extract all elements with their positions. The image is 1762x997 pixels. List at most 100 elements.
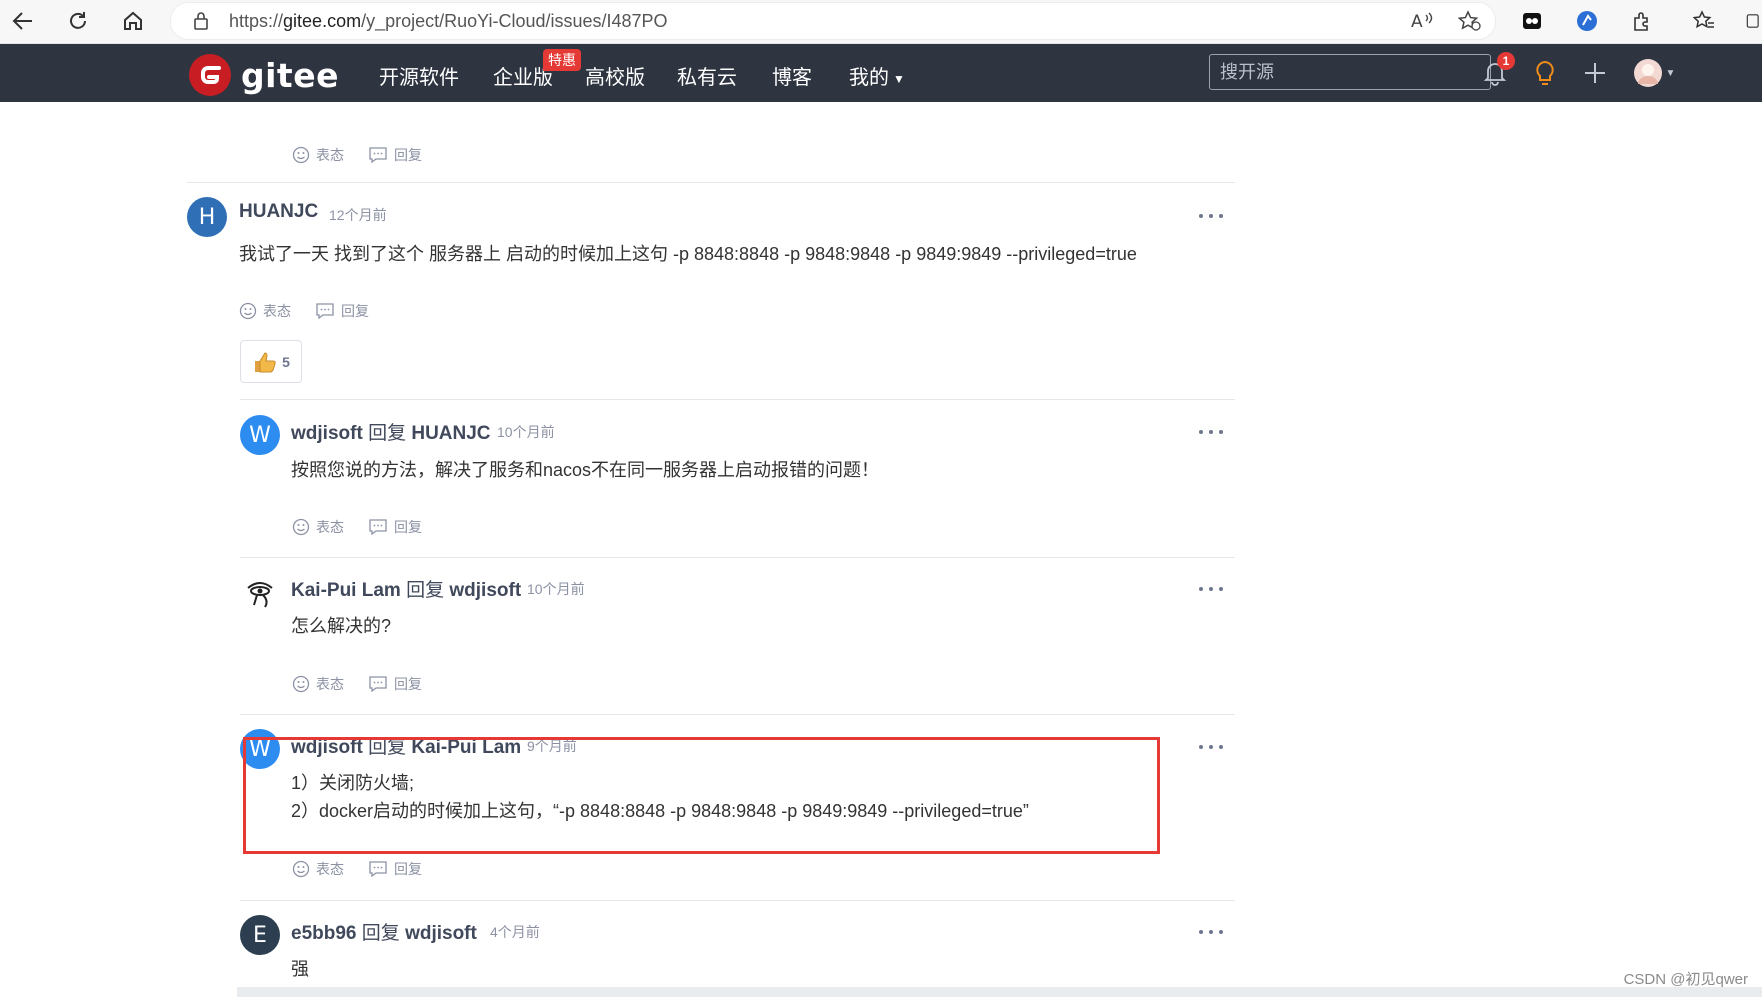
divider bbox=[240, 399, 1235, 400]
smile-icon bbox=[292, 518, 310, 536]
react-button[interactable]: 表态 bbox=[292, 674, 344, 694]
more-options-icon[interactable] bbox=[1199, 742, 1223, 752]
more-options-icon[interactable] bbox=[1199, 927, 1223, 937]
avatar[interactable]: E bbox=[240, 915, 280, 955]
url-text: https://gitee.com/y_project/RuoYi-Cloud/… bbox=[229, 11, 668, 31]
caret-down-icon: ▼ bbox=[893, 71, 905, 86]
nav-open-source[interactable]: 开源软件 bbox=[379, 61, 459, 90]
nav-mine[interactable]: 我的 ▼ bbox=[849, 61, 905, 90]
gitee-logo-icon bbox=[189, 54, 231, 96]
watermark: CSDN @初见qwer bbox=[1623, 971, 1748, 988]
react-label: 表态 bbox=[263, 303, 291, 319]
caret-down-icon: ▼ bbox=[1665, 67, 1676, 79]
smile-icon bbox=[292, 860, 310, 878]
site-header: gitee 开源软件 企业版 特惠 高校版 私有云 博客 我的▼ ▼ bbox=[0, 44, 1762, 102]
react-button[interactable]: 表态 bbox=[292, 145, 344, 165]
reply-button[interactable]: 回复 bbox=[368, 674, 422, 694]
refresh-icon[interactable] bbox=[63, 6, 93, 36]
issue-comments: 表态 回复 H HUANJC 12个月前 我试了一天 找到了这个 服务器上 启动… bbox=[0, 102, 1762, 997]
lock-icon bbox=[193, 11, 209, 36]
search-input[interactable] bbox=[1209, 54, 1491, 90]
reply-label: 回复 bbox=[394, 519, 422, 535]
more-options-icon[interactable] bbox=[1199, 211, 1223, 221]
collections-icon[interactable] bbox=[1745, 9, 1762, 33]
user-menu[interactable]: ▼ bbox=[1630, 57, 1678, 89]
comment-body: 我试了一天 找到了这个 服务器上 启动的时候加上这句 -p 8848:8848 … bbox=[239, 244, 1137, 264]
favorites-icon[interactable] bbox=[1692, 9, 1716, 33]
smile-icon bbox=[239, 302, 257, 320]
comment-actions: 表态 回复 bbox=[292, 674, 446, 694]
react-label: 表态 bbox=[316, 676, 344, 692]
avatar[interactable]: H bbox=[187, 197, 227, 237]
read-aloud-icon[interactable]: A bbox=[1411, 10, 1435, 37]
comment-body: 强 bbox=[291, 959, 309, 979]
svg-text:A: A bbox=[1411, 12, 1423, 32]
thumbs-up-icon bbox=[255, 351, 276, 372]
react-button[interactable]: 表态 bbox=[292, 517, 344, 537]
comment-icon bbox=[369, 147, 387, 164]
comment-author[interactable]: HUANJC bbox=[239, 201, 318, 223]
comment-author[interactable]: Kai-Pui Lam 回复 wdjisoft bbox=[291, 575, 521, 602]
react-label: 表态 bbox=[316, 519, 344, 535]
comment-icon bbox=[369, 519, 387, 536]
back-icon[interactable] bbox=[8, 6, 38, 36]
reply-label: 回复 bbox=[394, 147, 422, 163]
reply-button[interactable]: 回复 bbox=[368, 859, 422, 879]
comment-actions: 表态 回复 bbox=[292, 859, 446, 879]
comment-icon bbox=[316, 303, 334, 320]
reply-label: 回复 bbox=[394, 676, 422, 692]
comment-author[interactable]: e5bb96 回复 wdjisoft bbox=[291, 918, 477, 945]
comment-time: 10个月前 bbox=[497, 424, 555, 440]
notification-badge: 1 bbox=[1497, 52, 1515, 70]
more-options-icon[interactable] bbox=[1199, 584, 1223, 594]
nav-private-cloud[interactable]: 私有云 bbox=[677, 61, 737, 90]
browser-toolbar: https://gitee.com/y_project/RuoYi-Cloud/… bbox=[0, 0, 1762, 44]
smile-icon bbox=[292, 675, 310, 693]
taskbar-strip bbox=[237, 987, 1762, 997]
thumbs-up-reaction[interactable]: 5 bbox=[240, 340, 302, 383]
gitee-logo[interactable]: gitee bbox=[189, 54, 339, 96]
plus-icon[interactable] bbox=[1579, 57, 1611, 89]
react-button[interactable]: 表态 bbox=[292, 859, 344, 879]
favorite-add-icon[interactable] bbox=[1457, 10, 1482, 37]
react-label: 表态 bbox=[316, 147, 344, 163]
copilot-icon[interactable] bbox=[1575, 9, 1599, 33]
lightbulb-icon[interactable] bbox=[1529, 57, 1561, 89]
extension-icon[interactable] bbox=[1520, 9, 1544, 33]
like-count: 5 bbox=[282, 353, 290, 370]
reply-button[interactable]: 回复 bbox=[368, 517, 422, 537]
highlight-box bbox=[243, 737, 1160, 854]
divider bbox=[187, 182, 1235, 183]
reply-label: 回复 bbox=[394, 861, 422, 877]
avatar[interactable] bbox=[240, 572, 280, 612]
divider bbox=[240, 557, 1235, 558]
comment-time: 10个月前 bbox=[527, 581, 585, 597]
react-label: 表态 bbox=[316, 861, 344, 877]
comment-icon bbox=[369, 861, 387, 878]
address-bar[interactable]: https://gitee.com/y_project/RuoYi-Cloud/… bbox=[170, 2, 1496, 40]
reply-label: 回复 bbox=[341, 303, 369, 319]
comment-icon bbox=[369, 676, 387, 693]
react-button[interactable]: 表态 bbox=[239, 301, 291, 321]
nav-mine-label: 我的 bbox=[849, 67, 889, 89]
reply-button[interactable]: 回复 bbox=[368, 145, 422, 165]
logo-text: gitee bbox=[241, 55, 339, 95]
divider bbox=[240, 900, 1235, 901]
comment-time: 12个月前 bbox=[329, 207, 387, 223]
extensions-puzzle-icon[interactable] bbox=[1630, 9, 1654, 33]
comment-actions: 表态 回复 bbox=[292, 145, 446, 165]
avatar[interactable]: W bbox=[240, 415, 280, 455]
divider bbox=[240, 714, 1235, 715]
home-icon[interactable] bbox=[118, 6, 148, 36]
reply-button[interactable]: 回复 bbox=[315, 301, 369, 321]
nav-blog[interactable]: 博客 bbox=[772, 61, 812, 90]
comment-actions: 表态 回复 bbox=[292, 517, 446, 537]
comment-time: 4个月前 bbox=[490, 924, 540, 940]
avatar bbox=[1633, 59, 1662, 87]
comment-body: 怎么解决的? bbox=[291, 616, 392, 636]
eye-of-horus-avatar-icon bbox=[247, 582, 273, 608]
more-options-icon[interactable] bbox=[1199, 427, 1223, 437]
nav-education[interactable]: 高校版 bbox=[585, 61, 645, 90]
comment-author[interactable]: wdjisoft 回复 HUANJC bbox=[291, 418, 491, 445]
comment-body: 按照您说的方法，解决了服务和nacos不在同一服务器上启动报错的问题！ bbox=[291, 460, 880, 480]
